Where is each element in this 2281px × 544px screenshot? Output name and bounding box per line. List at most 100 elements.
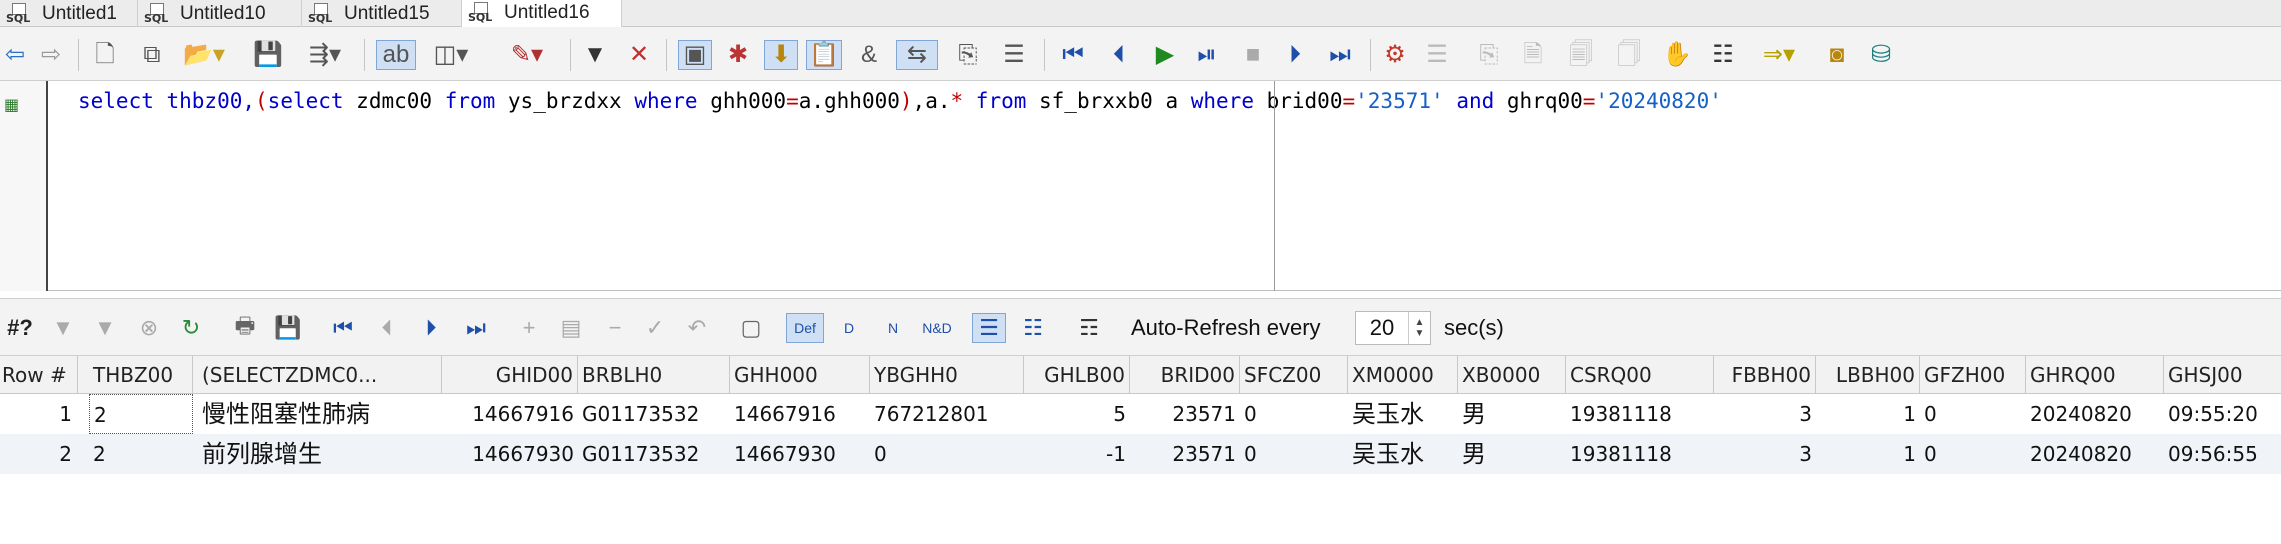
back-arrow-icon[interactable]: ⇦ [2, 40, 28, 70]
table-cell[interactable]: 2 [89, 394, 193, 434]
format-icon[interactable]: ☰ [998, 40, 1030, 70]
single-record-icon[interactable]: ▢ [736, 313, 766, 343]
table-cell[interactable]: 1 [1816, 434, 1920, 474]
table-cell[interactable]: 20240820 [2026, 394, 2164, 434]
copy-files-icon[interactable]: ⧉ [138, 40, 166, 70]
delete-record-icon[interactable]: − [602, 313, 628, 343]
new-file-icon[interactable]: 🗋 [92, 40, 118, 70]
first-record-icon[interactable]: ⏮ [330, 313, 356, 343]
column-header[interactable]: GHID00 [442, 356, 578, 394]
table-cell[interactable]: 1 [1816, 394, 1920, 434]
eraser-icon[interactable]: ✎▾ [500, 40, 554, 70]
table-cell[interactable]: 男 [1458, 394, 1566, 434]
table-cell[interactable]: 09:55:20 [2164, 394, 2281, 434]
tab-untitled10[interactable]: SQL Untitled10 [138, 0, 302, 27]
last-record-icon[interactable]: ⏭ [462, 313, 490, 343]
edit-doc-icon[interactable]: 🗍 [1614, 40, 1644, 70]
column-header[interactable]: GHRQ00 [2026, 356, 2164, 394]
forward-arrow-icon[interactable]: ⇨ [38, 40, 64, 70]
layout-icon[interactable]: ◫▾ [424, 40, 478, 70]
cancel-icon[interactable]: ⊗ [134, 313, 164, 343]
table-cell[interactable]: 23571 [1130, 394, 1240, 434]
column-header[interactable]: FBBH00 [1714, 356, 1816, 394]
next-icon[interactable]: ⏵ [1282, 40, 1308, 70]
table-cell[interactable]: 0 [870, 434, 1024, 474]
column-header[interactable]: BRID00 [1130, 356, 1240, 394]
insert-record-icon[interactable]: + [516, 313, 542, 343]
list-tree-icon[interactable]: ☷ [1708, 40, 1738, 70]
table-cell[interactable]: G01173532 [578, 434, 730, 474]
grid-view-icon[interactable]: ☰ [972, 313, 1006, 343]
column-header[interactable]: GHSJ00 [2164, 356, 2281, 394]
debug-icon[interactable]: ⚙ [1380, 40, 1410, 70]
table-cell[interactable]: G01173532 [578, 394, 730, 434]
stop-icon[interactable]: ■ [1240, 40, 1266, 70]
profile-icon[interactable]: ◙ [1822, 40, 1852, 70]
column-header[interactable]: SFCZ00 [1240, 356, 1348, 394]
table-cell[interactable]: 3 [1714, 434, 1816, 474]
row-count-button[interactable]: #? [2, 313, 38, 343]
ampersand-icon[interactable]: & [856, 40, 882, 70]
database-icon[interactable]: ⛁ [1866, 40, 1896, 70]
table-cell[interactable]: 前列腺增生 [198, 434, 442, 474]
table-cell[interactable]: 2 [89, 434, 193, 474]
execute-options-icon[interactable]: ⇶▾ [298, 40, 352, 70]
copy-grid-icon[interactable]: ⎘ [952, 40, 984, 70]
column-header[interactable]: CSRQ00 [1566, 356, 1714, 394]
tab-untitled15[interactable]: SQL Untitled15 [302, 0, 462, 27]
table-cell[interactable]: 0 [1240, 394, 1348, 434]
column-header[interactable]: XB0000 [1458, 356, 1566, 394]
last-record-icon[interactable]: ⏭ [1326, 40, 1354, 70]
column-header[interactable]: YBGHH0 [870, 356, 1024, 394]
tab-untitled16[interactable]: SQL Untitled16 [462, 0, 622, 28]
table-cell[interactable]: 14667930 [730, 434, 870, 474]
view-d-icon[interactable]: D [832, 313, 866, 343]
bulb-icon[interactable]: ✋ [1662, 40, 1692, 70]
column-header[interactable]: GFZH00 [1920, 356, 2026, 394]
clear-filter-icon[interactable]: ✕ [624, 40, 654, 70]
print-icon[interactable]: 🖶 [230, 313, 260, 343]
highlight-icon[interactable]: ⇒▾ [1752, 40, 1806, 70]
filter-icon[interactable]: ▼ [50, 313, 76, 343]
import-icon[interactable]: ⬇ [764, 40, 798, 70]
table-cell[interactable]: 09:56:55 [2164, 434, 2281, 474]
table-cell[interactable]: 767212801 [870, 394, 1024, 434]
explain-plan-icon[interactable]: ▣ [678, 40, 712, 70]
column-header[interactable]: BRBLH0 [578, 356, 730, 394]
previous-icon[interactable]: ⏴ [1106, 40, 1132, 70]
column-header[interactable]: LBBH00 [1816, 356, 1920, 394]
save-icon[interactable]: 💾 [253, 40, 283, 70]
table-cell[interactable]: 5 [1024, 394, 1130, 434]
column-header[interactable]: Row # [0, 356, 78, 394]
next-record-icon[interactable]: ⏵ [418, 313, 444, 343]
column-header[interactable]: (SELECTZDMC0... [198, 356, 442, 394]
column-header[interactable]: GHLB00 [1024, 356, 1130, 394]
table-cell[interactable]: 吴玉水 [1348, 434, 1458, 474]
grid-edit-icon[interactable]: ▤ [556, 313, 586, 343]
post-edit-icon[interactable]: ✓ [640, 313, 670, 343]
table-cell[interactable]: 23571 [1130, 434, 1240, 474]
table-cell[interactable]: 0 [1920, 394, 2026, 434]
form-view-icon[interactable]: ☷ [1016, 313, 1050, 343]
indent-icon[interactable]: ☰ [1422, 40, 1452, 70]
table-cell[interactable]: 慢性阻塞性肺病 [198, 394, 442, 434]
document-icon[interactable]: 🗎 [1518, 40, 1548, 70]
view-nd-icon[interactable]: N&D [918, 313, 956, 343]
tab-untitled1[interactable]: SQL Untitled1 [0, 0, 138, 27]
filter-icon[interactable]: ▼ [582, 40, 608, 70]
column-header[interactable]: XM0000 [1348, 356, 1458, 394]
table-cell[interactable]: 14667916 [730, 394, 870, 434]
table-cell[interactable]: 19381118 [1566, 394, 1714, 434]
table-cell[interactable]: 19381118 [1566, 434, 1714, 474]
table-cell[interactable]: 14667930 [442, 434, 578, 474]
clipboard-icon[interactable]: 📋 [806, 40, 842, 70]
comment-icon[interactable]: ✱ [722, 40, 754, 70]
auto-refresh-spinner[interactable]: 20 ▲ ▼ [1355, 311, 1431, 345]
table-cell[interactable]: 0 [1240, 434, 1348, 474]
table-cell[interactable]: 3 [1714, 394, 1816, 434]
previous-record-icon[interactable]: ⏴ [374, 313, 400, 343]
column-header[interactable]: GHH000 [730, 356, 870, 394]
table-cell[interactable]: -1 [1024, 434, 1130, 474]
table-cell[interactable]: 0 [1920, 434, 2026, 474]
text-mode-icon[interactable]: ab [376, 40, 416, 70]
